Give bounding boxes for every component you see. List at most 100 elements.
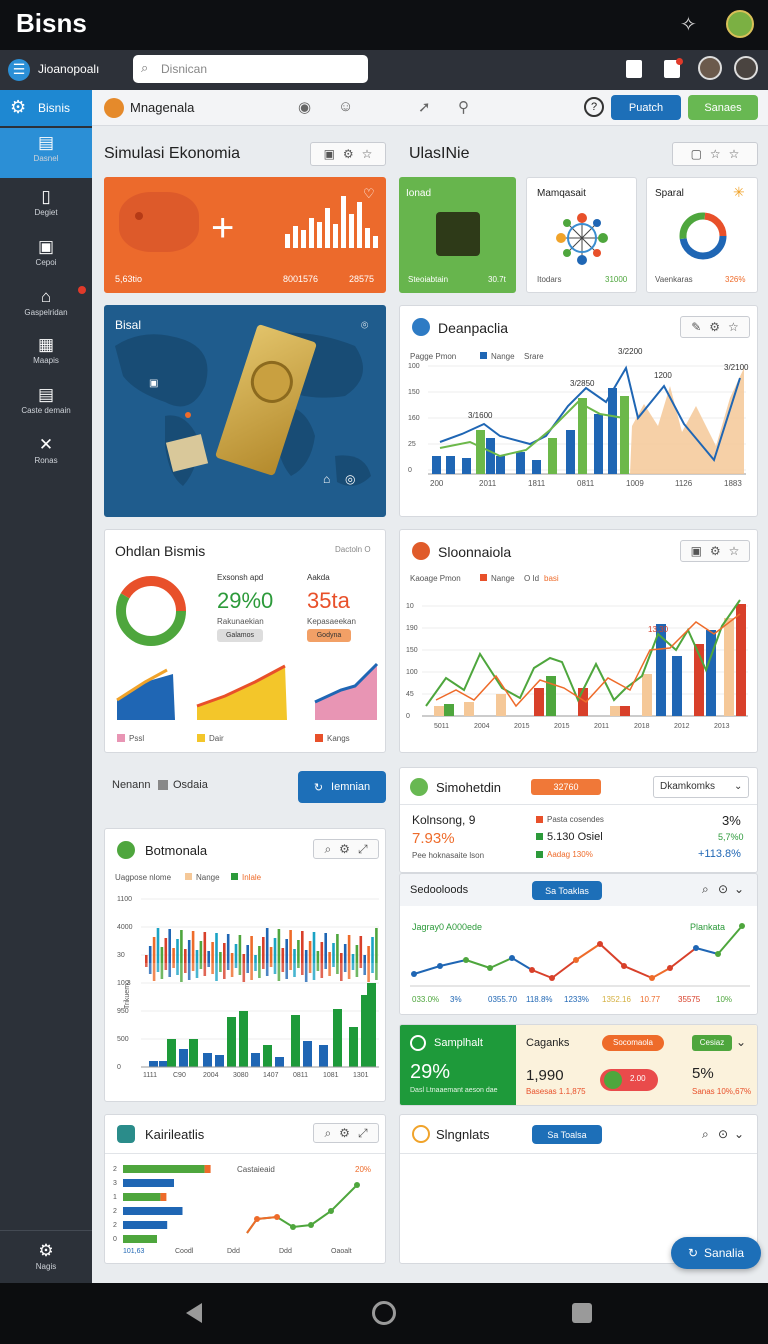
donut-tile[interactable]: Sparal ✳ Vaenkaras 326% [646,177,758,293]
sidebar-item-cepoi[interactable]: ▣ Cepoi [0,232,92,282]
chart2-bar [706,630,716,716]
caganks-badge[interactable]: Socomaola [602,1035,664,1051]
search-field[interactable]: ⌕ Disnican [133,55,368,83]
y-tick-label: 1100 [117,896,132,903]
toolbar-square-icon[interactable] [158,780,168,790]
right-section-actions[interactable]: ▢ ☆ ☆ [672,142,758,166]
chevron-down-icon[interactable]: ⌄ [734,1127,744,1141]
orange-tile-bars [135,196,378,248]
orange-tile[interactable]: + ♡ 5,63tio 8001576 28575 [104,177,386,293]
profile-avatar[interactable] [726,10,754,38]
simohetdin-card: Simohetdin 32760 Dkamkomks ⌄ Kolnsong, 9… [399,767,758,873]
camera-icon[interactable]: ⌾ [361,318,368,333]
back-icon[interactable] [186,1303,202,1323]
info-icon[interactable]: ? [584,97,604,117]
slngnlats-button[interactable]: Sa Toalsa [532,1125,602,1144]
search-icon[interactable]: ⌕ [702,1127,709,1142]
send-icon[interactable]: ➚ [418,98,431,116]
pin-icon[interactable]: ✧ [680,12,697,37]
spike-bar [297,940,300,963]
spike-bar [242,954,246,963]
green-tile[interactable]: Ionad Steoiabtain 30.7t [399,177,516,293]
floating-action-button[interactable]: ↻ Sanalia [671,1237,761,1269]
spike-bar [184,949,187,963]
spike-bar-down [258,963,261,978]
caganks-badge-2[interactable]: Cesiaz [692,1035,732,1051]
building-icon[interactable]: ⌂ [323,472,330,486]
sidebar-item-maapis[interactable]: ▦ Maapis [0,330,92,380]
samplht-green-panel[interactable]: Samplhalt 29% Dasl Ltnaaemant aeson dae [400,1025,516,1105]
link-icon[interactable]: ⚲ [458,98,469,116]
user-avatar-small[interactable] [104,98,124,118]
chart2-bar [736,604,746,716]
chevron-down-icon[interactable]: ⌄ [736,1035,746,1049]
info-icon[interactable]: ⊙ [718,1127,728,1141]
caganks-val1: 1,990 [526,1067,564,1084]
chart1-annotation: 3/2200 [618,347,643,356]
marker-icon[interactable]: ▣ [149,378,158,389]
iemnian-button[interactable]: ↻ Iemnian [298,771,386,803]
orange-bar [333,224,338,248]
map-dot[interactable] [185,412,191,418]
sidebar-brand[interactable]: ⚙ Bisnis [0,90,92,126]
chart2-bar [444,704,454,716]
emoji-icon[interactable]: ☺ [338,98,353,115]
star-outline-icon[interactable]: ☆ [729,147,740,161]
line-point [649,975,655,981]
sidebar-settings[interactable]: ⚙ Nagis [0,1236,92,1286]
kairileatlis-bar-tip [160,1193,167,1201]
line-segment [695,947,719,955]
network-tile[interactable]: Mamqasait Itodars 31000 [526,177,637,293]
user-icon[interactable]: ◉ [298,98,311,116]
sanaes-button[interactable]: Sanaes [688,95,758,120]
clipboard-icon[interactable] [626,60,642,78]
x-value-label: 10.77 [640,995,661,1004]
gear-icon[interactable]: ⚙ [343,147,354,161]
spike-bar [254,955,257,963]
menu-icon[interactable]: ☰ [8,59,30,81]
user-avatar-2[interactable] [734,56,758,80]
sidebar-item-gaspelridan[interactable]: ⌂ Gaspelridan [0,282,92,332]
sedooloods-line-chart: 033.0% 3% 0355.70 118.8% 1233% 1352.16 10.77 35… [410,923,750,1004]
green-tile-left: Steoiabtain [408,275,449,284]
home-icon[interactable] [372,1301,396,1325]
chart-icon [410,1035,426,1051]
kairileatlis-line [246,1184,358,1234]
sidebar-item-degiet[interactable]: ▯ Degiet [0,182,92,232]
user-avatar-1[interactable] [698,56,722,80]
spike-bar [215,933,218,963]
target-icon[interactable]: ◎ [345,472,355,486]
botmonala-bar [291,1015,300,1067]
line-point [573,957,579,963]
star-icon[interactable]: ☆ [710,147,721,161]
left-section-actions[interactable]: ▣ ⚙ ☆ [310,142,386,166]
spike-bar [195,950,199,963]
map-card[interactable]: Bisal ⌾ ▣ ⌂ ◎ [104,305,386,517]
simohetdin-select[interactable]: Dkamkomks ⌄ [653,776,749,798]
x-tick-label: C90 [173,1072,186,1079]
spike-bar-down [371,963,374,973]
sidebar-item-dasnel[interactable]: ▤ Dasnel [0,128,92,178]
puatch-button[interactable]: Puatch [611,95,681,120]
y-tick-label: 150 [408,389,420,396]
spike-bar-down [340,963,343,981]
sidebar-item-caste-demain[interactable]: ▤ Caste demain [0,380,92,430]
calendar-icon[interactable]: ▣ [324,147,335,161]
kairileatlis-bar [123,1207,183,1215]
right-section-title: UlasINie [409,145,470,162]
chart1-annotation: 1200 [654,371,672,380]
square-icon[interactable]: ▢ [691,147,702,161]
sidebar-item-ronas[interactable]: ✕ Ronas [0,430,92,480]
chart1-bar [476,430,485,474]
star-icon[interactable]: ☆ [362,147,373,161]
line-point [411,971,417,977]
spike-bar-down [293,963,296,977]
recents-icon[interactable] [572,1303,592,1323]
sidebar-item-label: Ronas [34,456,58,465]
chart2-plot: 10 190 150 100 45 0 13.30 5011 2004 2015 2015 2011 2… [406,599,748,730]
y-tick-label: 0 [408,467,412,474]
kairileatlis-bar-tip [204,1165,211,1173]
botmonala-card: Botmonala ⌕ ⚙ ⤢ Uagpose nlome Nange Inlale… [104,828,386,1102]
spike-bar-down [347,963,351,979]
line-point [715,951,721,957]
